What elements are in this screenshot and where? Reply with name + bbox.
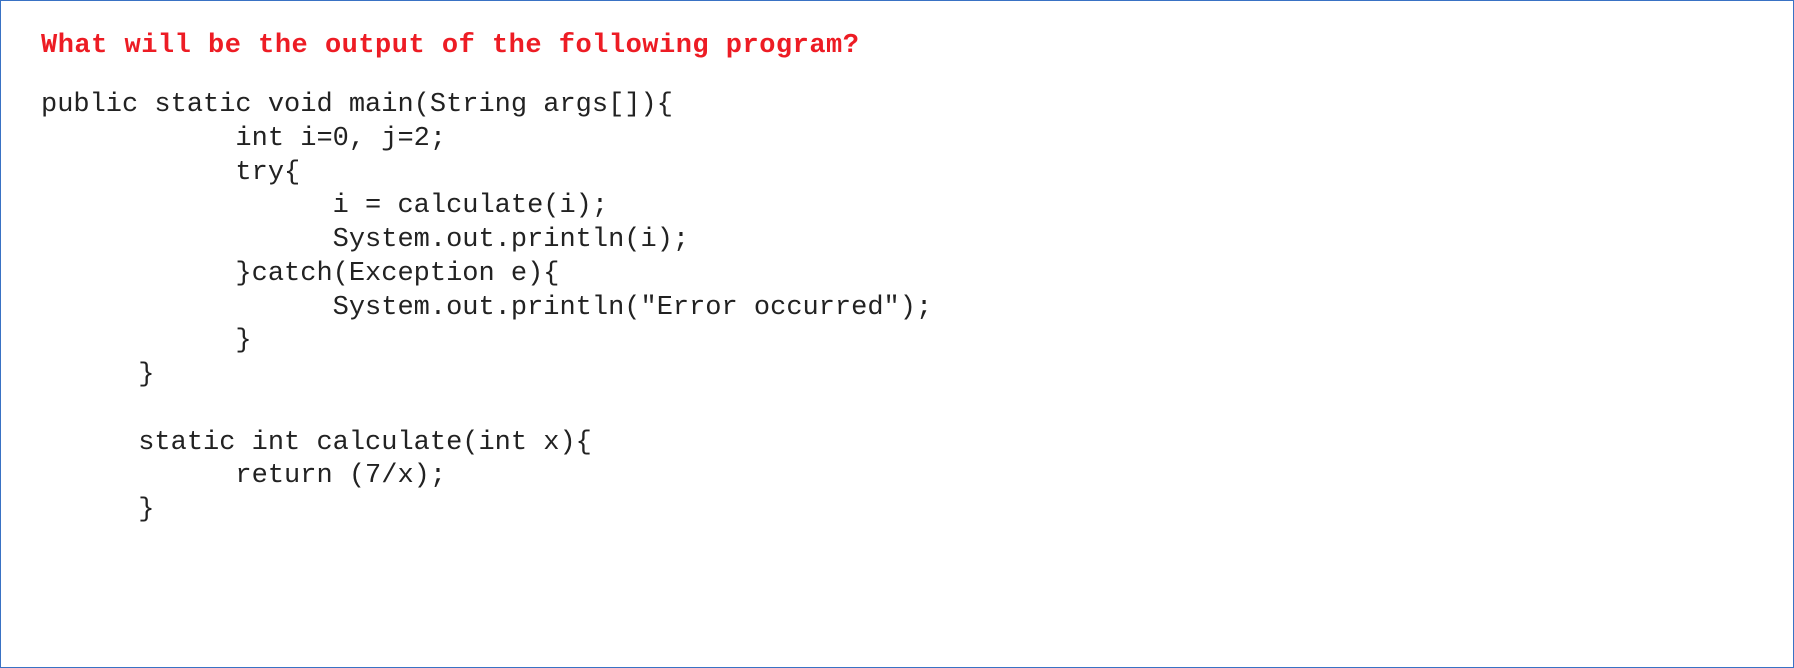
code-question-container: What will be the output of the following… [0,0,1794,668]
code-line: } [41,326,252,356]
code-line: } [41,360,154,390]
code-line: int i=0, j=2; [41,124,446,154]
code-line: i = calculate(i); [41,191,608,221]
question-title: What will be the output of the following… [41,31,1753,61]
code-line: System.out.println(i); [41,225,689,255]
code-line: return (7/x); [41,461,446,491]
code-line: } [41,495,154,525]
code-line: System.out.println("Error occurred"); [41,293,932,323]
code-line: }catch(Exception e){ [41,259,559,289]
code-line: static int calculate(int x){ [41,428,592,458]
code-block: public static void main(String args[]){ … [41,89,1753,528]
code-line: public static void main(String args[]){ [41,90,673,120]
code-line: try{ [41,158,300,188]
